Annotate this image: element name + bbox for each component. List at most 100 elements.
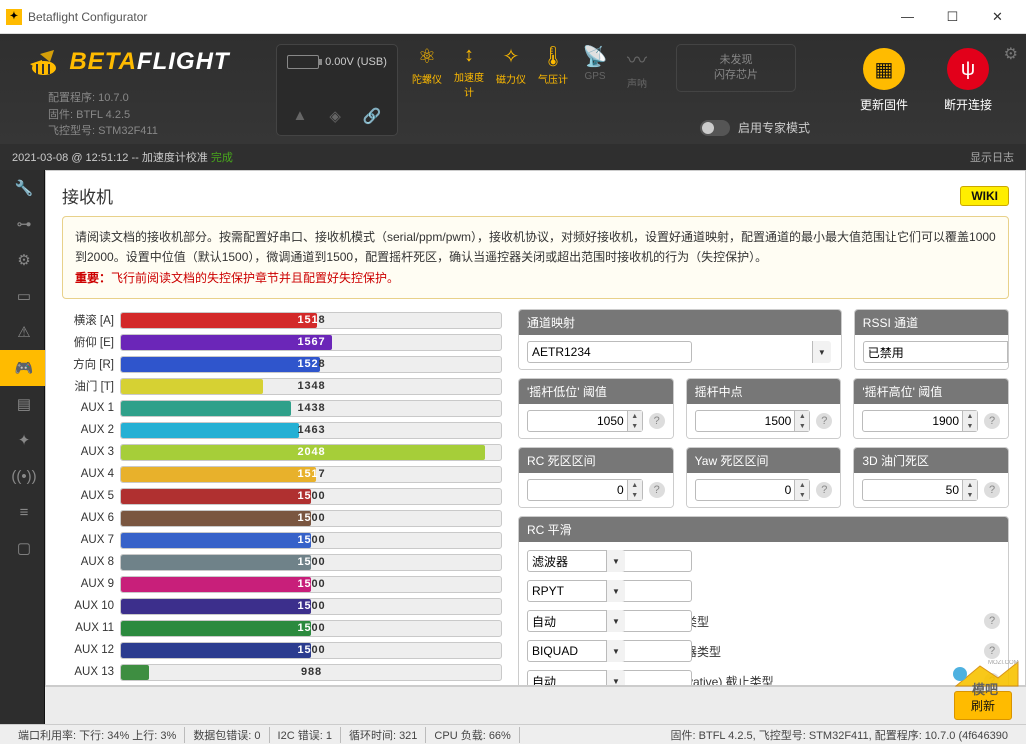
- stick-high-input[interactable]: [862, 410, 978, 432]
- rc-smooth-select[interactable]: [527, 670, 692, 686]
- mapping-header: 通道映射: [519, 310, 841, 335]
- rssi-select[interactable]: [863, 341, 1009, 363]
- channel-bar: 1500: [120, 488, 502, 505]
- channel-label: AUX 13: [62, 666, 120, 678]
- sidebar-osd[interactable]: ((•)): [0, 458, 45, 494]
- stick-low-input[interactable]: [527, 410, 643, 432]
- sidebar-vtx[interactable]: ≡: [0, 494, 45, 530]
- sidebar-modes[interactable]: ▤: [0, 386, 45, 422]
- channel-label: AUX 7: [62, 534, 120, 546]
- help-icon[interactable]: ?: [984, 482, 1000, 498]
- channel-row: AUX 11438: [62, 397, 502, 419]
- stick-mid-header: 摇杆中点: [687, 379, 841, 404]
- bottom-fw: 固件: BTFL 4.2.5, 飞控型号: STM32F411, 配置程序: 1…: [663, 727, 1016, 743]
- rssi-header: RSSI 通道: [855, 310, 1008, 335]
- thr-dead-header: 3D 油门死区: [854, 448, 1008, 473]
- update-firmware-button[interactable]: ▦ 更新固件: [852, 48, 916, 113]
- stick-low-header: '摇杆低位' 阈值: [519, 379, 673, 404]
- status-message: -- 加速度计校准: [131, 152, 210, 164]
- yaw-dead-input[interactable]: [695, 479, 811, 501]
- cpu-load: CPU 负载: 66%: [426, 727, 519, 743]
- sidebar-setup[interactable]: 🔧: [0, 170, 45, 206]
- sensor-strip: ⚛陀螺仪↕加速度计✧磁力仪🌡气压计📡GPS〰声呐: [408, 44, 656, 99]
- channel-row: AUX 61500: [62, 507, 502, 529]
- help-icon[interactable]: ?: [984, 613, 1000, 629]
- settings-gear-icon[interactable]: ⚙: [1004, 44, 1018, 64]
- help-icon[interactable]: ?: [816, 482, 832, 498]
- thr-dead-input[interactable]: [862, 479, 978, 501]
- stick-high-header: '摇杆高位' 阈值: [854, 379, 1008, 404]
- info-important-label: 重要：: [75, 271, 111, 285]
- sensor-声呐: 〰声呐: [618, 44, 656, 99]
- channel-row: AUX 91500: [62, 573, 502, 595]
- dataflash-panel[interactable]: 未发现 闪存芯片: [676, 44, 796, 92]
- channel-row: AUX 13988: [62, 661, 502, 683]
- channel-row: AUX 51500: [62, 485, 502, 507]
- title-bar: ✦ Betaflight Configurator — ☐ ✕: [0, 0, 1026, 34]
- help-icon[interactable]: ?: [984, 643, 1000, 659]
- battery-panel: 0.00V (USB) ▲ ◈ 🔗: [276, 44, 398, 136]
- help-icon[interactable]: ?: [649, 413, 665, 429]
- sidebar-nav: 🔧 ⊶ ⚙ ▭ ⚠ 🎮 ▤ ✦ ((•)) ≡ ▢: [0, 170, 45, 724]
- battery-icon: [287, 55, 319, 69]
- maximize-button[interactable]: ☐: [930, 1, 975, 33]
- channel-row: AUX 81500: [62, 551, 502, 573]
- info-box: 请阅读文档的接收机部分。按需配置好串口、接收机模式（serial/ppm/pwm…: [62, 216, 1009, 299]
- sidebar-power[interactable]: ▭: [0, 278, 45, 314]
- rc-dead-input[interactable]: [527, 479, 643, 501]
- info-important-text: 飞行前阅读文档的失控保护章节并且配置好失控保护。: [111, 271, 399, 285]
- stick-mid-input[interactable]: [695, 410, 811, 432]
- channel-row: AUX 121500: [62, 639, 502, 661]
- expert-mode-toggle[interactable]: [700, 120, 730, 136]
- channel-row: AUX 101500: [62, 595, 502, 617]
- help-icon[interactable]: ?: [984, 673, 1000, 686]
- channels-panel: 横滚 [A]1518俯仰 [E]1567方向 [R]1528油门 [T]1348…: [62, 309, 502, 686]
- firmware-version: 固件: BTFL 4.2.5: [48, 107, 266, 124]
- rc-smoothing-header: RC 平滑: [519, 517, 1008, 542]
- sidebar-failsafe[interactable]: ⚠: [0, 314, 45, 350]
- status-timestamp: 2021-03-08 @ 12:51:12: [12, 152, 128, 164]
- channel-label: AUX 9: [62, 578, 120, 590]
- channel-map-select[interactable]: [527, 341, 692, 363]
- channel-row: AUX 21463: [62, 419, 502, 441]
- channel-row: AUX 32048: [62, 441, 502, 463]
- page-title: 接收机: [62, 183, 960, 208]
- rc-smooth-select[interactable]: [527, 580, 692, 602]
- channel-bar: 1500: [120, 510, 502, 527]
- minimize-button[interactable]: —: [885, 1, 930, 33]
- sensor-气压计: 🌡气压计: [534, 44, 572, 99]
- refresh-button[interactable]: 刷新: [954, 691, 1012, 720]
- help-icon[interactable]: ?: [816, 413, 832, 429]
- close-button[interactable]: ✕: [975, 1, 1020, 33]
- warning-icon: ▲: [292, 107, 307, 125]
- sidebar-receiver[interactable]: 🎮: [0, 350, 45, 386]
- channel-label: AUX 3: [62, 446, 120, 458]
- channel-bar: 1438: [120, 400, 502, 417]
- footer-bar: 刷新: [45, 686, 1026, 724]
- sidebar-config[interactable]: ⚙: [0, 242, 45, 278]
- disconnect-button[interactable]: ψ 断开连接: [936, 48, 1000, 113]
- channel-bar: 1517: [120, 466, 502, 483]
- show-log-link[interactable]: 显示日志: [970, 149, 1014, 165]
- sidebar-motors[interactable]: ✦: [0, 422, 45, 458]
- channel-label: AUX 1: [62, 402, 120, 414]
- packet-errors: 数据包错误: 0: [185, 727, 269, 743]
- sidebar-ports[interactable]: ⊶: [0, 206, 45, 242]
- help-icon[interactable]: ?: [649, 482, 665, 498]
- channel-bar: 1500: [120, 532, 502, 549]
- bottom-status-bar: 端口利用率: 下行: 34% 上行: 3% 数据包错误: 0 I2C 错误: 1…: [0, 724, 1026, 744]
- sensor-加速度计: ↕加速度计: [450, 44, 488, 99]
- sidebar-cli[interactable]: ▢: [0, 530, 45, 566]
- rc-smooth-select[interactable]: [527, 640, 692, 662]
- rc-smooth-select[interactable]: [527, 550, 692, 572]
- help-icon[interactable]: ?: [984, 413, 1000, 429]
- rc-smooth-select[interactable]: [527, 610, 692, 632]
- channel-label: AUX 5: [62, 490, 120, 502]
- expert-mode-label: 启用专家模式: [738, 119, 810, 136]
- cloud-icon: ◈: [329, 107, 341, 125]
- port-usage: 端口利用率: 下行: 34% 上行: 3%: [10, 727, 185, 743]
- rc-smooth-row: 输入滤波器类型?: [527, 636, 1000, 666]
- chip-icon: ▦: [863, 48, 905, 90]
- wiki-button[interactable]: WIKI: [960, 186, 1009, 206]
- channel-row: 俯仰 [E]1567: [62, 331, 502, 353]
